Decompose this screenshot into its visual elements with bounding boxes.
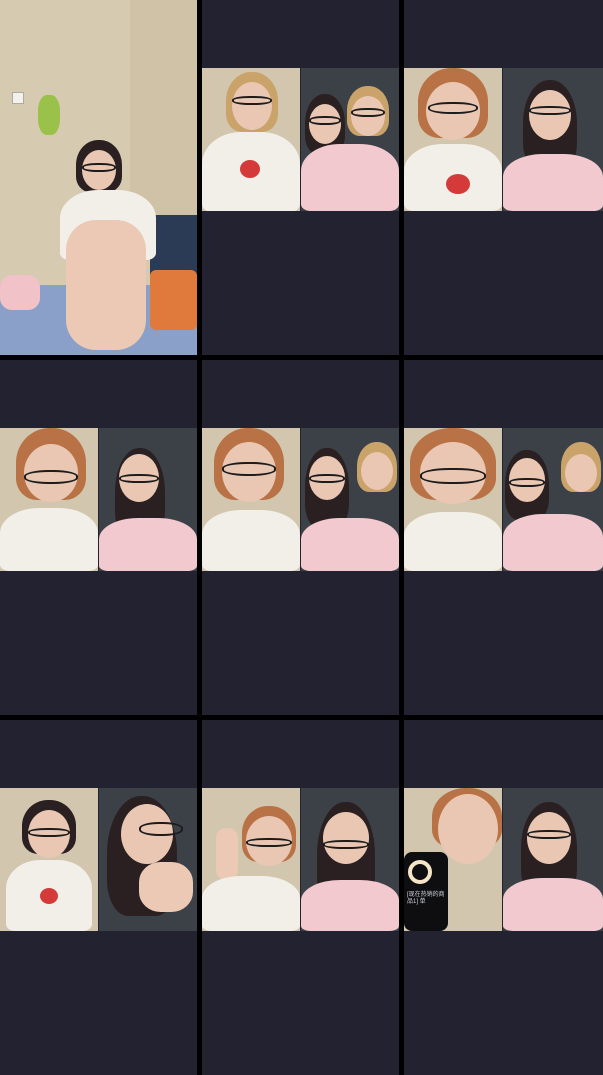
split-right-image: [301, 68, 399, 211]
phone-overlay-text: [现在热销的商品1] 单: [407, 892, 445, 905]
video-tile-7[interactable]: [0, 720, 197, 1075]
split-left-image: [202, 788, 300, 931]
split-left-image: [0, 788, 98, 931]
split-left-image: [202, 428, 300, 571]
split-right-image: [99, 428, 197, 571]
video-grid: [现在热销的商品1] 单: [0, 0, 603, 1075]
video-tile-4[interactable]: [0, 360, 197, 715]
split-left-image: [404, 428, 502, 571]
split-right-image: [99, 788, 197, 931]
split-right-image: [503, 428, 603, 571]
phone-overlay: [现在热销的商品1] 单: [404, 852, 448, 931]
split-right-image: [503, 68, 603, 211]
split-left-image: [404, 68, 502, 211]
split-left-image: [0, 428, 98, 571]
video-tile-6[interactable]: [404, 360, 603, 715]
room-scene-image: [0, 0, 197, 355]
ring-light-icon: [408, 860, 432, 884]
video-tile-9[interactable]: [现在热销的商品1] 单: [404, 720, 603, 1075]
video-tile-1[interactable]: [0, 0, 197, 355]
split-left-image: [202, 68, 300, 211]
split-right-image: [301, 428, 399, 571]
video-tile-2[interactable]: [202, 0, 399, 355]
split-right-image: [503, 788, 603, 931]
video-tile-8[interactable]: [202, 720, 399, 1075]
split-right-image: [301, 788, 399, 931]
split-left-image: [现在热销的商品1] 单: [404, 788, 502, 931]
video-tile-5[interactable]: [202, 360, 399, 715]
video-tile-3[interactable]: [404, 0, 603, 355]
